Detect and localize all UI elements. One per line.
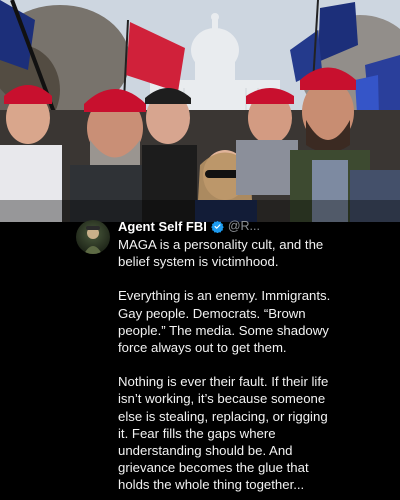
post-paragraph: Everything is an enemy. Immigrants. Gay …	[118, 288, 331, 356]
post-text: MAGA is a personality cult, and the beli…	[118, 236, 340, 494]
author-handle[interactable]: @R...	[228, 219, 260, 233]
post-paragraph: Nothing is ever their fault. If their li…	[118, 374, 329, 493]
verified-badge-icon	[211, 220, 224, 233]
author-name[interactable]: Agent Self FBI	[118, 219, 207, 234]
crowd-photo-illustration	[0, 0, 400, 222]
post-paragraph: MAGA is a personality cult, and the beli…	[118, 237, 324, 270]
crowd-photo	[0, 0, 400, 222]
avatar-image	[84, 226, 102, 254]
author-row: Agent Self FBI @R...	[118, 218, 260, 234]
author-avatar[interactable]	[76, 220, 110, 254]
